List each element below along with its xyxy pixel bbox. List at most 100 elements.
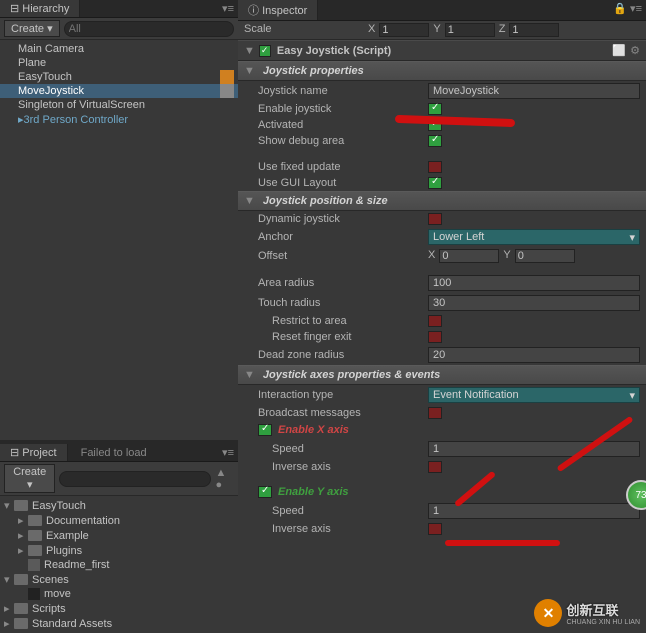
inverse-y-checkbox[interactable] <box>428 523 442 535</box>
component-title: Easy Joystick (Script) <box>277 45 613 57</box>
section-joystick-properties[interactable]: ▼Joystick properties <box>238 61 646 81</box>
dynamic-checkbox[interactable] <box>428 213 442 225</box>
failed-tab[interactable]: Failed to load <box>71 445 157 461</box>
unity-icon <box>28 588 40 600</box>
hierarchy-item-selected[interactable]: MoveJoystick <box>0 84 238 98</box>
speed-label: Speed <box>258 443 428 455</box>
dead-label: Dead zone radius <box>258 349 428 361</box>
hierarchy-list: Main Camera Plane EasyTouch MoveJoystick… <box>0 40 238 440</box>
project-item[interactable]: Readme_first <box>0 558 238 572</box>
area-label: Area radius <box>258 277 428 289</box>
section-axes-properties[interactable]: ▼Joystick axes properties & events <box>238 365 646 385</box>
search-input[interactable] <box>59 471 211 487</box>
script-icon <box>220 84 234 98</box>
y-label: Y <box>433 23 440 37</box>
touch-radius-input[interactable] <box>428 295 640 311</box>
hierarchy-item[interactable]: EasyTouch <box>0 70 238 84</box>
reset-checkbox[interactable] <box>428 331 442 343</box>
foldout-icon: ▼ <box>244 195 255 207</box>
show-debug-checkbox[interactable] <box>428 135 442 147</box>
scale-y-input[interactable] <box>445 23 495 37</box>
restrict-label: Restrict to area <box>258 315 428 327</box>
offset-label: Offset <box>258 250 428 262</box>
create-button[interactable]: Create ▾ <box>4 464 55 493</box>
project-item[interactable]: ▾EasyTouch <box>0 498 238 513</box>
panel-lock-icon[interactable]: 🔒 ▾≡ <box>609 0 646 17</box>
project-item[interactable]: ▾Scenes <box>0 572 238 587</box>
area-radius-input[interactable] <box>428 275 640 291</box>
fixed-label: Use fixed update <box>258 161 428 173</box>
speed-label: Speed <box>258 505 428 517</box>
speed-y-input[interactable] <box>428 503 640 519</box>
logo-icon: ✕ <box>534 599 562 627</box>
speed-x-input[interactable] <box>428 441 640 457</box>
inverse-x-checkbox[interactable] <box>428 461 442 473</box>
panel-menu-icon[interactable]: ▾≡ <box>218 444 238 461</box>
scale-z-input[interactable] <box>509 23 559 37</box>
enable-label: Enable joystick <box>258 103 428 115</box>
touch-label: Touch radius <box>258 297 428 309</box>
inverse-label: Inverse axis <box>258 461 428 473</box>
project-item[interactable]: ▸Documentation <box>0 513 238 528</box>
project-item[interactable]: ▸Standard Assets <box>0 616 238 631</box>
project-list: ▾EasyTouch▸Documentation▸Example▸Plugins… <box>0 496 238 633</box>
folder-icon <box>14 500 28 511</box>
scale-label: Scale <box>244 23 364 37</box>
offset-y-input[interactable] <box>515 249 575 263</box>
project-item[interactable]: move <box>0 587 238 601</box>
script-icon <box>220 70 234 84</box>
folder-icon <box>28 530 42 541</box>
activated-label: Activated <box>258 119 428 131</box>
broadcast-checkbox[interactable] <box>428 407 442 419</box>
offset-x-input[interactable] <box>439 249 499 263</box>
restrict-checkbox[interactable] <box>428 315 442 327</box>
project-item[interactable]: ▸Example <box>0 528 238 543</box>
foldout-icon: ▼ <box>244 65 255 77</box>
z-label: Z <box>499 23 506 37</box>
activated-checkbox[interactable] <box>428 119 442 131</box>
hierarchy-item[interactable]: ▸ 3rd Person Controller <box>0 112 238 127</box>
reset-label: Reset finger exit <box>258 331 428 343</box>
folder-icon <box>14 603 28 614</box>
folder-icon <box>28 545 42 556</box>
component-enable-checkbox[interactable] <box>259 45 271 57</box>
gui-layout-checkbox[interactable] <box>428 177 442 189</box>
fixed-update-checkbox[interactable] <box>428 161 442 173</box>
broadcast-label: Broadcast messages <box>258 407 428 419</box>
gear-icon[interactable]: ⚙ <box>630 44 640 57</box>
enable-y-checkbox[interactable] <box>258 486 272 498</box>
folder-icon <box>14 618 28 629</box>
scale-x-input[interactable] <box>379 23 429 37</box>
anchor-label: Anchor <box>258 231 428 243</box>
dynamic-label: Dynamic joystick <box>258 213 428 225</box>
inverse-label: Inverse axis <box>258 523 428 535</box>
foldout-icon: ▼ <box>244 369 255 381</box>
project-item[interactable]: ▸Plugins <box>0 543 238 558</box>
hierarchy-item[interactable]: Singleton of VirtualScreen <box>0 98 238 112</box>
enable-x-checkbox[interactable] <box>258 424 272 436</box>
name-label: Joystick name <box>258 85 428 97</box>
project-tab[interactable]: ⊟ Project <box>0 444 68 461</box>
section-position-size[interactable]: ▼Joystick position & size <box>238 191 646 211</box>
hierarchy-item[interactable]: Plane <box>0 56 238 70</box>
anchor-dropdown[interactable]: Lower Left <box>428 229 640 245</box>
folder-icon <box>14 574 28 585</box>
enable-joystick-checkbox[interactable] <box>428 103 442 115</box>
help-icon[interactable]: ⬜ <box>612 44 626 57</box>
joystick-name-input[interactable] <box>428 83 640 99</box>
project-item[interactable]: ▸Scripts <box>0 601 238 616</box>
foldout-icon[interactable]: ▼ <box>244 45 255 57</box>
interaction-dropdown[interactable]: Event Notification <box>428 387 640 403</box>
x-label: X <box>368 23 375 37</box>
enable-y-title: Enable Y axis <box>278 486 349 498</box>
create-button[interactable]: Create ▾ <box>4 20 60 37</box>
enable-x-title: Enable X axis <box>278 424 349 436</box>
search-input[interactable] <box>64 21 234 37</box>
filter-icon[interactable]: ▲ ● <box>215 467 234 491</box>
watermark-logo: ✕ 创新互联 CHUANG XIN HU LIAN <box>534 599 640 627</box>
hierarchy-item[interactable]: Main Camera <box>0 42 238 56</box>
panel-menu-icon[interactable]: ▾≡ <box>218 0 238 17</box>
hierarchy-tab[interactable]: ⊟ Hierarchy <box>0 0 80 17</box>
dead-zone-input[interactable] <box>428 347 640 363</box>
inspector-tab[interactable]: ⓘ Inspector <box>238 0 318 20</box>
